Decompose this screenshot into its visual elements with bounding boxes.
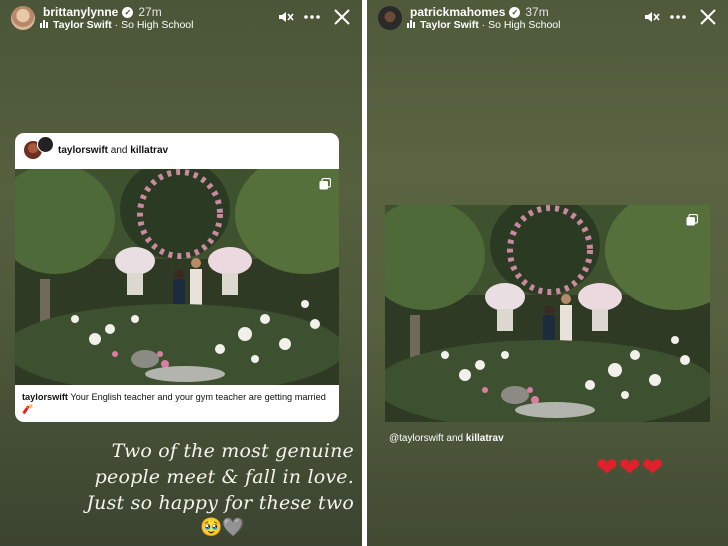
multiple-posts-icon (319, 177, 332, 190)
handwritten-caption: Two of the most genuine people meet & fa… (54, 438, 354, 516)
caption-line: people meet & fall in love. (94, 466, 354, 488)
close-icon[interactable] (699, 8, 717, 26)
more-horizontal-icon[interactable] (669, 8, 687, 26)
mention-link[interactable]: killatrav (466, 433, 504, 444)
story-left[interactable]: brittanylynne ✓ 27m Taylor Swift · So High… (0, 0, 362, 546)
music-label[interactable]: Taylor Swift · So High School (407, 19, 560, 31)
post-caption: taylorswift Your English teacher and you… (22, 391, 331, 415)
username-row: patrickmahomes ✓ 37m (410, 5, 549, 19)
mention-text: @taylorswift and killatrav (389, 433, 504, 444)
music-bars-icon (407, 20, 416, 28)
shared-post-card[interactable]: taylorswift and killatrav taylorswift Yo… (15, 133, 339, 422)
account-name[interactable]: taylorswift (58, 145, 108, 156)
more-horizontal-icon[interactable] (303, 8, 321, 26)
caption-text: Your English teacher and your gym teache… (22, 392, 326, 414)
avatar[interactable] (11, 6, 35, 30)
music-song: So High School (488, 19, 561, 31)
music-label[interactable]: Taylor Swift · So High School (40, 19, 193, 31)
story-header: brittanylynne ✓ 27m Taylor Swift · So High… (0, 0, 362, 40)
username[interactable]: patrickmahomes (410, 5, 505, 19)
multiple-posts-icon (686, 213, 699, 226)
emoji-sticker: 🥹🩶 (200, 517, 245, 537)
post-header: taylorswift and killatrav (15, 133, 339, 169)
and-text: and (446, 433, 464, 444)
garden-proposal-photo (15, 169, 339, 385)
music-song: So High School (121, 19, 194, 31)
speaker-muted-icon[interactable] (642, 8, 660, 26)
close-icon[interactable] (333, 8, 351, 26)
verified-badge-icon: ✓ (509, 7, 521, 18)
heart-icon: ❤ (596, 452, 619, 482)
heart-icon: ❤ (641, 452, 665, 482)
hearts-sticker: ❤❤❤ (596, 452, 664, 483)
avatar (37, 136, 54, 153)
mention-link[interactable]: @taylorswift (389, 433, 444, 444)
story-right[interactable]: patrickmahomes ✓ 37m Taylor Swift · So Hig… (367, 0, 728, 546)
heart-icon: ❤ (618, 452, 642, 482)
avatar[interactable] (378, 6, 402, 30)
post-time: 27m (138, 5, 162, 19)
caption-username[interactable]: taylorswift (22, 392, 68, 402)
music-artist: Taylor Swift (420, 19, 479, 31)
username[interactable]: brittanylynne (43, 5, 118, 19)
music-bars-icon (40, 20, 49, 28)
post-time: 37m (525, 5, 549, 19)
speaker-muted-icon[interactable] (276, 8, 294, 26)
and-text: and (110, 145, 128, 156)
story-header: patrickmahomes ✓ 37m Taylor Swift · So Hig… (367, 0, 728, 40)
username-row: brittanylynne ✓ 27m (43, 5, 162, 19)
music-artist: Taylor Swift (53, 19, 112, 31)
post-accounts: taylorswift and killatrav (58, 145, 168, 156)
garden-proposal-photo[interactable] (385, 205, 710, 422)
caption-line: Two of the most genuine (111, 440, 354, 462)
account-name[interactable]: killatrav (130, 145, 168, 156)
verified-badge-icon: ✓ (122, 7, 134, 18)
caption-line: Just so happy for these two (86, 492, 354, 514)
